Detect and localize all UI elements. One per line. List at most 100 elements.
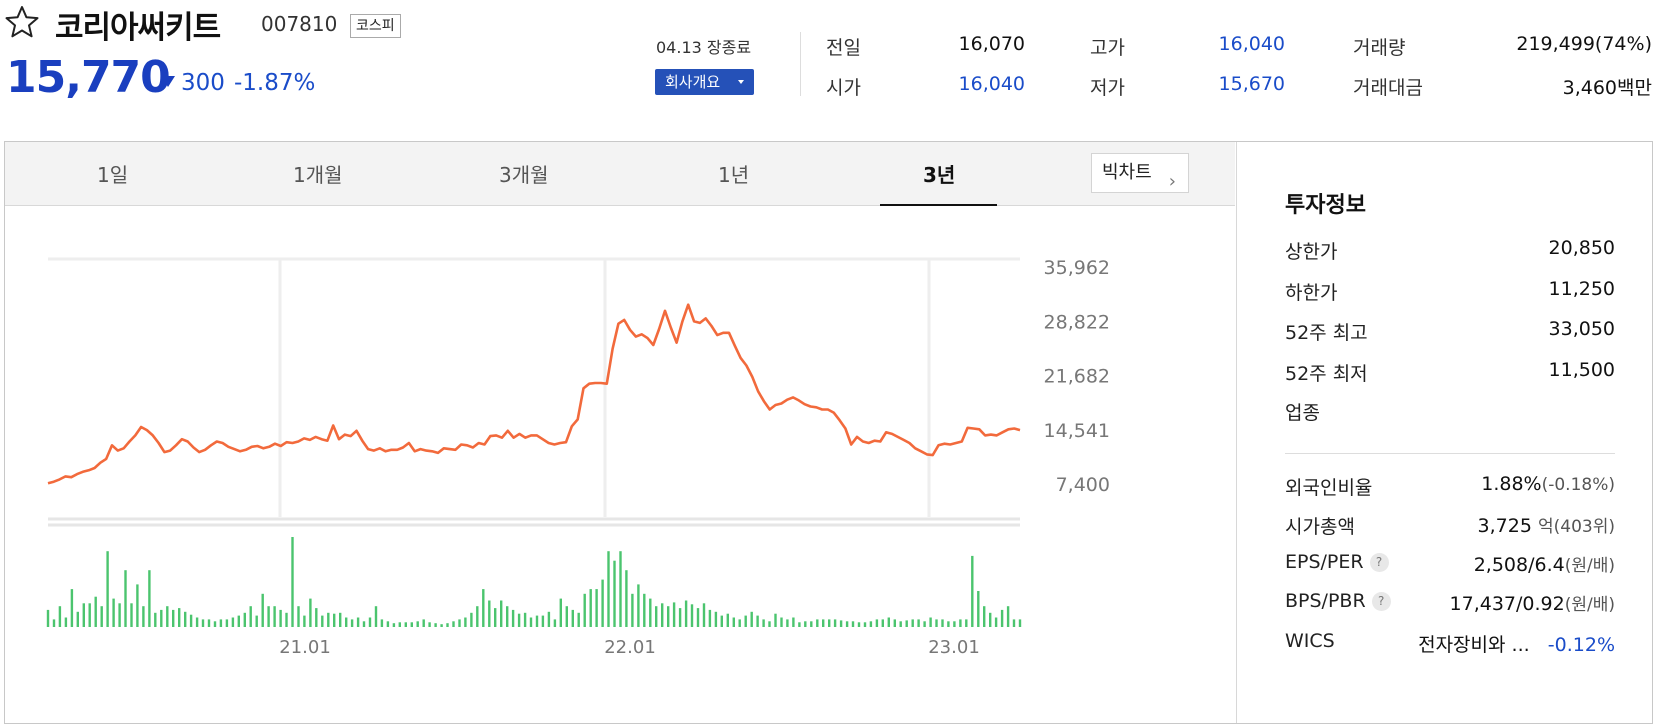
- volume-bar: [142, 606, 145, 627]
- period-tabs: 1일 1개월 3개월 1년 3년 빅차트 ›: [5, 142, 1235, 206]
- volume-bar: [446, 623, 449, 627]
- volume-bar: [804, 621, 807, 627]
- company-info-label: 회사개요: [665, 73, 721, 91]
- eps-per-unit: (원/배): [1564, 556, 1615, 576]
- volume-bar: [1000, 609, 1004, 627]
- volume-bar: [911, 619, 914, 627]
- volume-bar: [201, 619, 205, 627]
- high-value: 16,040: [1218, 33, 1285, 55]
- volume-bar: [356, 617, 360, 627]
- volume-bar: [506, 606, 509, 627]
- market-status-date: 04.13 장종료: [656, 38, 752, 57]
- volume-bar: [440, 624, 443, 627]
- volume-bar: [553, 619, 557, 627]
- volume-bar: [625, 570, 628, 627]
- volume-bar: [500, 600, 503, 627]
- volume-bar: [702, 603, 706, 627]
- foreign-ratio-row: 외국인비율 1.88%(-0.18%): [1285, 473, 1615, 499]
- volume-bar: [225, 619, 229, 627]
- volume-bar: [285, 612, 288, 627]
- market-cap-value: 3,725 억(403위): [1478, 512, 1615, 537]
- prev-close-value: 16,070: [958, 33, 1025, 55]
- volume-bar: [929, 617, 932, 627]
- volume-bar: [195, 617, 199, 627]
- volume-bar: [971, 555, 974, 627]
- wics-sector[interactable]: 전자장비와 ...: [1418, 634, 1530, 656]
- volume-bar: [792, 617, 795, 627]
- sector-row: 업종: [1285, 398, 1615, 424]
- help-icon[interactable]: ?: [1371, 592, 1391, 611]
- volume-bar: [965, 619, 968, 627]
- volume-bar: [1012, 619, 1016, 627]
- big-chart-label: 빅차트: [1102, 162, 1152, 183]
- volume-bar: [106, 551, 109, 627]
- volume-bar: [178, 608, 181, 627]
- chevron-right-icon: ›: [1168, 171, 1176, 192]
- y-axis-tick-label: 28,822: [1044, 311, 1110, 333]
- price-change: 300: [181, 70, 225, 96]
- bps-pbr-number: 17,437/0.92: [1449, 593, 1565, 615]
- eps-per-row: EPS/PER? 2,508/6.4(원/배): [1285, 551, 1615, 576]
- volume-bar: [511, 609, 515, 627]
- company-info-button[interactable]: 회사개요: [655, 69, 754, 95]
- volume-bar: [70, 589, 74, 627]
- volume-bar: [404, 622, 407, 627]
- volume-bar: [547, 611, 551, 627]
- low-52w-label: 52주 최저: [1285, 363, 1368, 385]
- volume-bar: [643, 593, 646, 627]
- volume-bar: [595, 589, 598, 627]
- volume-bar: [798, 622, 801, 627]
- volume-bar: [416, 621, 419, 627]
- tab-3y[interactable]: 3년: [923, 159, 955, 188]
- market-cap-unit: 억(403위): [1538, 517, 1615, 537]
- volume-bar: [249, 606, 252, 627]
- volume-bar: [309, 598, 312, 627]
- volume-bar: [154, 612, 157, 627]
- volume-bar: [887, 617, 890, 627]
- volume-bar: [517, 613, 521, 627]
- volume-bar: [160, 609, 163, 627]
- volume-bar: [46, 609, 50, 627]
- tab-1m[interactable]: 1개월: [293, 159, 343, 188]
- volume-bar: [476, 606, 479, 627]
- volume-bar: [464, 617, 467, 627]
- help-icon[interactable]: ?: [1369, 553, 1389, 572]
- volume-bar: [172, 609, 175, 627]
- volume-bar: [184, 611, 187, 627]
- volume-bar: [738, 619, 741, 627]
- big-chart-button[interactable]: 빅차트 ›: [1091, 153, 1189, 193]
- volume-bar: [243, 612, 246, 627]
- eps-per-number: 2,508/6.4: [1473, 554, 1565, 576]
- wics-label: WICS: [1285, 630, 1335, 652]
- foreign-ratio-number: 1.88%: [1481, 473, 1542, 495]
- investment-info-title: 투자정보: [1285, 193, 1366, 218]
- volume-bar: [780, 617, 783, 627]
- stock-name: 코리아써키트: [55, 10, 221, 46]
- stock-code: 007810: [261, 12, 338, 36]
- favorite-star-icon[interactable]: [3, 3, 41, 41]
- y-axis-tick-label: 21,682: [1044, 366, 1110, 388]
- volume-bar: [148, 570, 151, 627]
- market-cap-row: 시가총액 3,725 억(403위): [1285, 512, 1615, 538]
- price-chart[interactable]: 35,962 28,822 21,682 14,541 7,400 21.01 22.01 2…: [5, 207, 1235, 723]
- volume-bar: [655, 606, 658, 627]
- volume-bar: [189, 614, 193, 627]
- volume-bar: [786, 619, 789, 627]
- volume-bar: [875, 619, 879, 627]
- divider: [800, 32, 801, 96]
- volume-bar: [297, 606, 300, 627]
- volume-bar: [649, 598, 652, 627]
- volume-bar: [601, 579, 604, 627]
- volume-bar: [541, 615, 545, 627]
- tab-1d[interactable]: 1일: [97, 159, 128, 188]
- volume-bar: [1006, 606, 1010, 627]
- volume-bar: [726, 613, 729, 627]
- tab-1y[interactable]: 1년: [718, 159, 749, 188]
- volume-bar: [851, 621, 855, 627]
- wics-value[interactable]: 전자장비와 ... -0.12%: [1418, 630, 1615, 657]
- volume-bar: [470, 612, 473, 627]
- volume-bar: [58, 606, 62, 627]
- tab-3m[interactable]: 3개월: [499, 159, 549, 188]
- volume-bar: [696, 608, 700, 627]
- volume-bar: [64, 617, 68, 627]
